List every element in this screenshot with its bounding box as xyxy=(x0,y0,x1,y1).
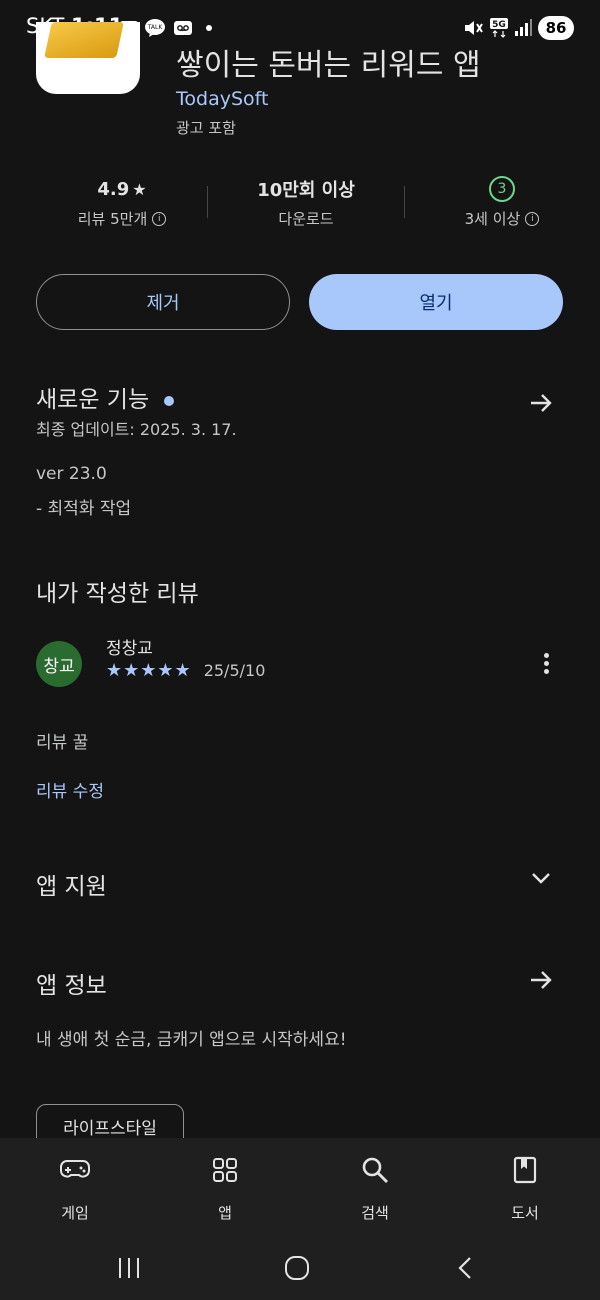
uninstall-button[interactable]: 제거 xyxy=(36,274,290,330)
review-author: 정창교 xyxy=(106,639,153,659)
downloads-label: 다운로드 xyxy=(278,210,334,228)
avatar: 창교 xyxy=(36,641,82,687)
svg-text:TALK: TALK xyxy=(147,24,164,31)
open-button[interactable]: 열기 xyxy=(309,274,563,330)
downloads-value: 10만회 이상 xyxy=(257,180,355,201)
star-rating: ★★★★★ xyxy=(106,660,192,681)
more-options-icon[interactable] xyxy=(536,650,556,680)
whats-new-title: 새로운 기능 xyxy=(36,387,150,413)
app-support-title[interactable]: 앱 지원 xyxy=(36,867,107,901)
review-text: 리뷰 꿀 xyxy=(36,733,89,753)
nav-apps[interactable]: 앱 xyxy=(175,1154,275,1223)
gamepad-icon xyxy=(25,1154,125,1186)
svg-text:5G: 5G xyxy=(492,20,506,30)
arrow-right-icon[interactable] xyxy=(528,390,554,423)
star-icon: ★ xyxy=(132,179,147,199)
5g-icon: 5G xyxy=(488,17,510,39)
home-icon[interactable] xyxy=(284,1256,310,1284)
voicemail-icon xyxy=(172,17,194,39)
rating-stat[interactable]: 4.9 ★ 리뷰 5만개 i xyxy=(27,176,217,229)
nav-label: 도서 xyxy=(511,1204,539,1222)
rating-value: 4.9 xyxy=(97,178,130,200)
nav-games[interactable]: 게임 xyxy=(25,1154,125,1223)
back-icon[interactable] xyxy=(456,1256,476,1284)
system-navigation-bar xyxy=(0,1236,600,1300)
nav-label: 게임 xyxy=(61,1204,89,1222)
info-icon: i xyxy=(152,211,167,226)
downloads-stat: 10만회 이상 다운로드 xyxy=(211,176,401,229)
bottom-navigation: 게임 앱 검색 도서 xyxy=(0,1138,600,1236)
app-description: 내 생애 첫 순금, 금캐기 앱으로 시작하세요! xyxy=(36,1030,347,1050)
ads-notice: 광고 포함 xyxy=(176,119,236,137)
nav-books[interactable]: 도서 xyxy=(475,1154,575,1223)
nav-label: 검색 xyxy=(361,1204,389,1222)
nav-label: 앱 xyxy=(218,1204,232,1222)
age-rating-badge: 3 xyxy=(489,176,515,202)
dot-icon xyxy=(198,17,220,39)
apps-grid-icon xyxy=(175,1154,275,1186)
version-text: ver 23.0 xyxy=(36,464,107,484)
stat-divider xyxy=(207,186,208,218)
app-icon xyxy=(36,22,140,94)
signal-icon xyxy=(512,17,534,39)
review-date: 25/5/10 xyxy=(203,661,266,680)
my-review-title: 내가 작성한 리뷰 xyxy=(36,581,199,607)
nav-search[interactable]: 검색 xyxy=(325,1154,425,1223)
rating-count: 리뷰 5만개 xyxy=(77,210,148,228)
app-title: 쌓이는 돈버는 리워드 앱 xyxy=(176,48,481,83)
book-icon xyxy=(475,1154,575,1186)
arrow-right-icon[interactable] xyxy=(528,967,554,1000)
stat-divider xyxy=(404,186,405,218)
mute-icon xyxy=(462,17,484,39)
last-updated: 최종 업데이트: 2025. 3. 17. xyxy=(36,420,237,439)
age-rating-label: 3세 이상 xyxy=(464,210,521,228)
developer-link[interactable]: TodaySoft xyxy=(176,88,268,110)
chevron-down-icon[interactable] xyxy=(530,870,552,890)
age-rating-stat[interactable]: 3 3세 이상 i xyxy=(407,176,597,229)
whats-new-header[interactable]: 새로운 기능 xyxy=(36,380,175,414)
release-notes: - 최적화 작업 xyxy=(36,499,132,519)
new-dot-icon xyxy=(164,395,175,406)
recent-apps-icon[interactable] xyxy=(116,1256,142,1284)
info-icon: i xyxy=(525,211,540,226)
search-icon xyxy=(325,1154,425,1186)
review-meta: ★★★★★ 25/5/10 xyxy=(106,660,265,681)
edit-review-link[interactable]: 리뷰 수정 xyxy=(36,777,104,802)
app-info-title[interactable]: 앱 정보 xyxy=(36,966,107,1000)
talk-icon: TALK xyxy=(144,17,166,39)
battery-indicator: 86 xyxy=(538,16,574,40)
